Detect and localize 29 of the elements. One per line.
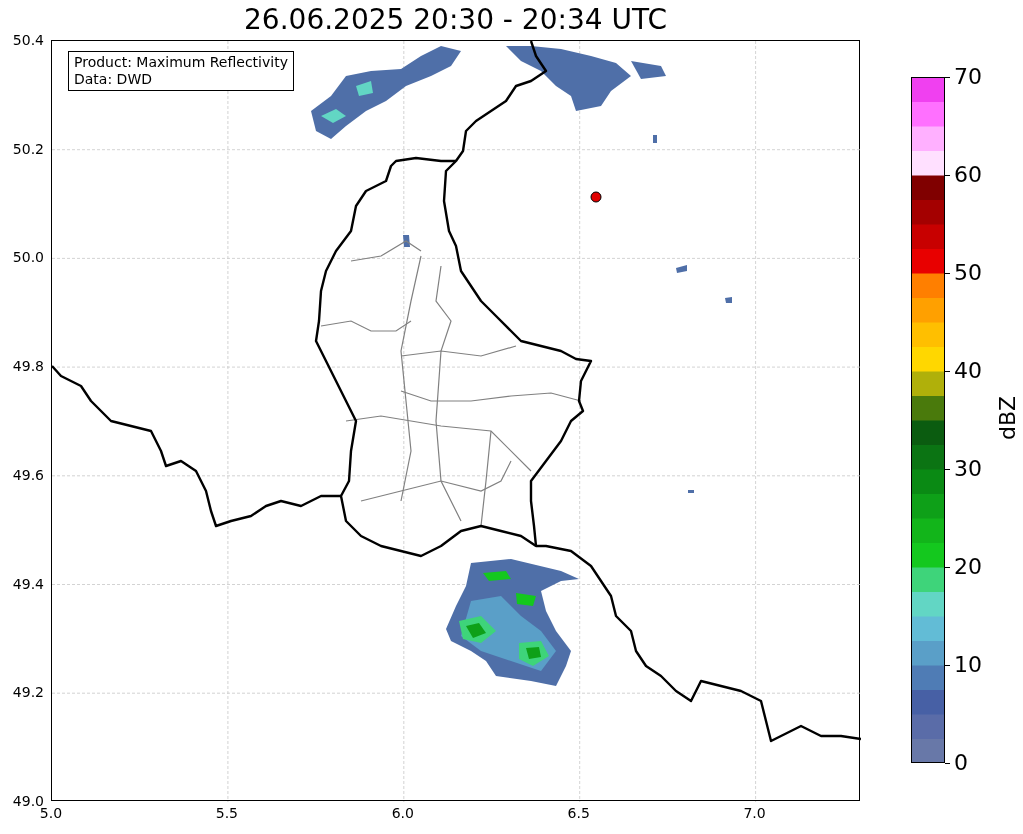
axis-tick-label: 5.5 <box>214 804 239 822</box>
colorbar-tick-label: 50 <box>954 260 982 286</box>
axis-tick-label: 50.4 <box>11 31 44 49</box>
axis-tick-label: 49.6 <box>11 465 44 484</box>
radar-echo <box>725 297 732 303</box>
colorbar-tick-label: 40 <box>954 358 982 384</box>
axis-tick-label: 49.8 <box>11 357 44 376</box>
colorbar-tick-label: 60 <box>954 162 982 188</box>
colorbar-tick-label: 30 <box>954 456 982 482</box>
colorbar-tick-label: 70 <box>954 64 982 90</box>
colorbar-tick-label: 20 <box>954 554 982 580</box>
legend-text: Product: Maximum Reflectivity <box>74 54 288 71</box>
plot-title: 26.06.2025 20:30 - 20:34 UTC <box>243 2 668 38</box>
radar-echo <box>403 235 410 247</box>
legend-text: Data: DWD <box>74 71 153 88</box>
axis-tick-label: 49.2 <box>11 683 44 702</box>
colorbar-label: dBZ <box>995 395 1022 441</box>
axis-tick-label: 6.5 <box>566 804 591 822</box>
axis-tick-label: 49.4 <box>11 574 44 593</box>
colorbar-tick-label: 0 <box>954 750 968 776</box>
radar-echo <box>653 135 657 143</box>
axis-tick-label: 50.2 <box>11 139 44 158</box>
colorbar-tick-label: 10 <box>954 652 982 678</box>
radar-echo <box>688 490 694 493</box>
location-marker <box>590 191 602 203</box>
axis-tick-label: 6.0 <box>390 804 415 822</box>
axis-tick-label: 50.0 <box>11 248 44 267</box>
radar-echo <box>676 265 687 273</box>
axis-tick-label: 7.0 <box>742 804 767 822</box>
